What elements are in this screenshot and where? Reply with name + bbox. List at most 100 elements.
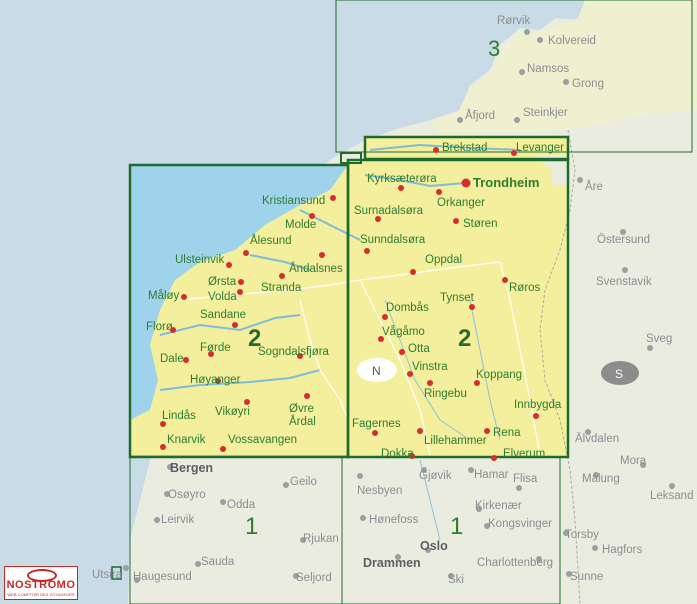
place-marker-afjord (457, 117, 463, 123)
place-label-odda: Odda (227, 499, 256, 511)
place-label-fagernes: Fagernes (352, 418, 401, 430)
place-label-flisa: Flisa (513, 473, 538, 485)
place-label-stranda: Stranda (261, 282, 302, 294)
place-marker-dale (183, 357, 189, 363)
place-label-hoyanger: Høyanger (190, 374, 241, 386)
place-marker-volda (237, 289, 243, 295)
place-label-svenstavik: Svenstavik (596, 276, 652, 288)
place-label-andalsnes: Åndalsnes (289, 262, 343, 275)
place-marker-orkanger (436, 189, 442, 195)
place-label-dombas: Dombås (386, 302, 429, 314)
place-label-kyrksaetrora: Kyrksæterøra (367, 173, 437, 185)
place-label-brekstad: Brekstad (442, 142, 487, 154)
place-label-oppdal: Oppdal (425, 254, 462, 266)
place-label-lindas: Lindås (162, 410, 196, 422)
place-label-malung: Malung (582, 473, 620, 485)
place-label-roros: Røros (509, 282, 541, 294)
place-label-maloy: Måløy (148, 290, 180, 302)
place-label-bergen: Bergen (170, 461, 213, 475)
place-marker-ovre_ardal (304, 393, 310, 399)
place-marker-utsira (123, 565, 129, 571)
place-label-utsira: Utsira (92, 569, 123, 581)
place-marker-grong (563, 79, 569, 85)
place-label-osoyro: Osøyro (168, 489, 206, 501)
place-label-sunne: Sunne (570, 571, 603, 583)
place-marker-stranda (279, 273, 285, 279)
place-marker-nesbyen (357, 473, 363, 479)
place-marker-trondheim (461, 178, 471, 188)
place-label-grong: Grong (572, 78, 604, 90)
place-label-trondheim: Trondheim (473, 175, 539, 190)
place-marker-geilo (283, 482, 289, 488)
place-label-honefoss: Hønefoss (369, 514, 418, 526)
place-label-sveg: Sveg (646, 333, 672, 345)
place-marker-ringebu (427, 380, 433, 386)
place-label-sunndalsora: Sunndalsøra (360, 234, 426, 246)
place-label-rjukan: Rjukan (303, 533, 339, 545)
place-label-hamar: Hamar (474, 469, 509, 481)
place-label-alvdalen: Älvdalen (575, 433, 619, 445)
place-label-charlottenberg: Charlottenberg (477, 557, 553, 569)
place-label-leksand: Leksand (650, 490, 693, 502)
map-canvas[interactable]: 3 2 2 1 1 N S RørvikKolvereidNamsosGrong… (0, 0, 697, 604)
country-label: S (615, 367, 623, 381)
logo-tagline: WEB COMPTOIR DES VOYAGEURS (7, 592, 75, 597)
compass-label: N (372, 364, 381, 378)
place-marker-svenstavik (622, 267, 628, 273)
place-marker-elverum (491, 455, 497, 461)
place-marker-oppdal (410, 269, 416, 275)
place-label-rorvik: Rørvik (497, 15, 530, 27)
place-label-kolvereid: Kolvereid (548, 35, 596, 47)
sheet-number-2-east: 2 (458, 325, 471, 352)
place-label-dokka: Dokka (381, 448, 414, 460)
place-label-namsos: Namsos (527, 63, 569, 75)
place-label-nesbyen: Nesbyen (357, 485, 402, 497)
place-marker-flisa (516, 485, 522, 491)
place-marker-kristiansund (330, 195, 336, 201)
place-marker-roros (502, 277, 508, 283)
place-marker-dombas (382, 314, 388, 320)
place-marker-kyrksaetrora (398, 185, 404, 191)
place-label-hagfors: Hagfors (602, 544, 643, 556)
place-label-vinstra: Vinstra (412, 361, 448, 373)
place-label-afjord: Åfjord (465, 109, 495, 122)
place-label-lillehammer: Lillehammer (424, 435, 487, 447)
place-marker-knarvik (160, 444, 166, 450)
place-label-ringebu: Ringebu (424, 388, 467, 400)
place-marker-otta (399, 349, 405, 355)
place-marker-sunndalsora (364, 248, 370, 254)
place-label-torsby: Torsby (565, 529, 599, 541)
place-label-haugesund: Haugesund (133, 571, 192, 583)
place-marker-sveg (647, 345, 653, 351)
place-marker-leirvik (154, 517, 160, 523)
place-label-rena: Rena (493, 427, 521, 439)
place-label-alesund: Ålesund (250, 234, 292, 247)
place-marker-hagfors (592, 545, 598, 551)
place-label-ostersund: Östersund (597, 234, 650, 246)
place-label-vossavangen: Vossavangen (228, 434, 297, 446)
place-marker-namsos (519, 69, 525, 75)
place-label-volda: Volda (208, 291, 237, 303)
place-marker-kolvereid (537, 37, 543, 43)
place-label-gjovik: Gjøvik (419, 470, 452, 482)
place-label-innbygda: Innbygda (514, 399, 562, 411)
sheet-number-1-east: 1 (450, 513, 463, 540)
place-label-leirvik: Leirvik (161, 514, 194, 526)
place-marker-are (577, 177, 583, 183)
place-label-sauda: Sauda (201, 556, 235, 568)
place-label-forde: Førde (200, 342, 231, 354)
place-label-sandane: Sandane (200, 309, 246, 321)
place-marker-honefoss (360, 515, 366, 521)
place-label-molde: Molde (285, 219, 316, 231)
nostromo-logo: NOSTROMO WEB COMPTOIR DES VOYAGEURS (4, 566, 78, 600)
place-marker-ulsteinvik (226, 262, 232, 268)
place-marker-sandane (232, 322, 238, 328)
place-label-sogndalsfjora: Sogndalsfjøra (258, 346, 330, 358)
place-label-vagamo: Vågåmo (382, 326, 425, 338)
place-label-vikoyri: Vikøyri (215, 406, 250, 418)
place-marker-innbygda (533, 413, 539, 419)
place-label-surnadalsora: Surnadalsøra (354, 205, 424, 217)
place-marker-storen (453, 218, 459, 224)
place-label-kirkenaer: Kirkenær (475, 500, 522, 512)
place-label-kongsvinger: Kongsvinger (488, 518, 552, 530)
